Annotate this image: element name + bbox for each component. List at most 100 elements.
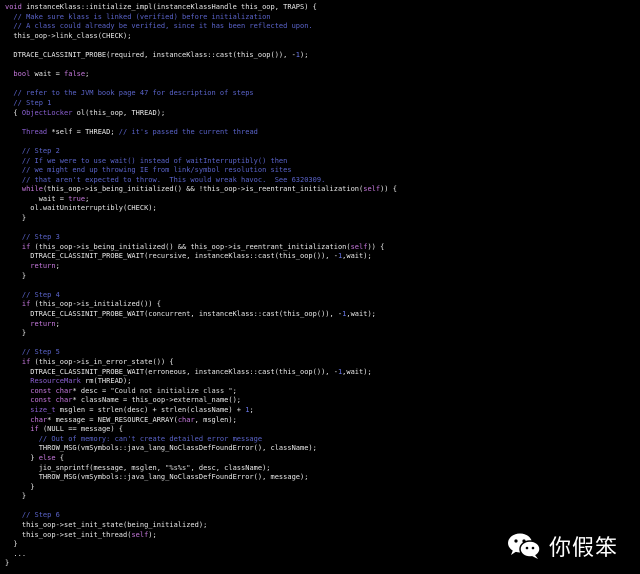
code-token: * message = NEW_RESOURCE_ARRAY( <box>47 415 178 424</box>
code-token: // Step 3 <box>5 233 60 242</box>
code-token: // that aren't expected to throw. This w… <box>5 175 326 184</box>
code-token: DTRACE_CLASSINIT_PROBE_WAIT(concurrent, … <box>5 310 343 318</box>
code-token: true <box>68 194 86 203</box>
code-token: } <box>5 492 27 501</box>
code-token: rm(THREAD); <box>85 377 132 386</box>
code-token: // If we were to use wait() instead of w… <box>5 156 288 165</box>
code-token: (this_oop->is_being_initialized() && !th… <box>42 185 364 194</box>
code-token: "%s%s" <box>165 463 191 472</box>
code-line: // Step 1 <box>5 99 635 109</box>
code-line: DTRACE_CLASSINIT_PROBE(required, instanc… <box>5 51 635 61</box>
code-line: // Step 6 <box>5 511 635 521</box>
code-token: this_oop->link_class(CHECK); <box>5 31 132 40</box>
code-token: jio_snprintf(message, msglen, <box>5 463 166 472</box>
code-token: // Out of memory: can't create detailed … <box>5 434 263 443</box>
code-token: ... <box>5 549 27 558</box>
code-token: ; <box>232 386 237 395</box>
code-token: ; <box>55 319 60 328</box>
code-line: // Make sure klass is linked (verified) … <box>5 13 635 23</box>
code-token: self <box>363 185 381 194</box>
code-token: else <box>38 453 60 462</box>
code-line: // Step 3 <box>5 233 635 243</box>
code-token: ResourceMark <box>5 377 86 386</box>
code-token: ; <box>85 70 90 79</box>
code-line: bool wait = false; <box>5 70 635 80</box>
code-token: ; <box>85 194 90 203</box>
code-token: wait = <box>34 70 65 79</box>
code-line: } <box>5 272 635 282</box>
code-token: // Step 4 <box>5 290 60 299</box>
code-line: // Step 2 <box>5 147 635 157</box>
code-line: jio_snprintf(message, msglen, "%s%s", de… <box>5 464 635 474</box>
code-token: void <box>5 3 27 11</box>
code-line: size_t msglen = strlen(desc) + strlen(cl… <box>5 406 635 416</box>
code-token: ; <box>55 262 60 271</box>
code-token: )) { <box>367 242 385 251</box>
code-token: } <box>5 329 27 338</box>
code-token: )) { <box>380 185 397 194</box>
code-token: ol(this_oop, THREAD); <box>76 108 166 117</box>
code-token: (NULL == message) { <box>42 425 124 434</box>
code-token: while <box>5 185 43 194</box>
code-token: // it's passed the current thread <box>118 127 258 136</box>
code-token: { <box>5 108 22 117</box>
code-token: ,wait); <box>346 310 376 318</box>
code-token: bool <box>5 70 35 79</box>
code-token: char <box>177 415 195 424</box>
code-token: ; <box>249 405 254 414</box>
code-token: (this_oop->is_being_initialized() && thi… <box>34 242 351 251</box>
code-line: } else { <box>5 454 635 464</box>
code-line: if (NULL == message) { <box>5 425 635 435</box>
code-line: Thread *self = THREAD; // it's passed th… <box>5 128 635 138</box>
code-token: , msglen); <box>194 415 237 424</box>
code-line: THROW_MSG(vmSymbols::java_lang_NoClassDe… <box>5 473 635 483</box>
code-token: ol.waitUninterruptibly(CHECK); <box>5 204 157 213</box>
code-token: ,wait); <box>342 252 372 261</box>
code-line: ResourceMark rm(THREAD); <box>5 377 635 387</box>
code-line: } <box>5 483 635 493</box>
code-token: if <box>5 357 35 366</box>
code-token: // Step 6 <box>5 511 60 520</box>
code-token: self <box>350 242 368 251</box>
code-line: while(this_oop->is_being_initialized() &… <box>5 185 635 195</box>
code-token: } <box>5 559 10 568</box>
code-token: false <box>64 70 86 79</box>
code-token: if <box>5 300 35 309</box>
code-token: const char <box>5 396 73 405</box>
code-line: if (this_oop->is_being_initialized() && … <box>5 243 635 253</box>
code-line: // A class could already be verified, si… <box>5 22 635 32</box>
code-token: ); <box>148 530 157 539</box>
code-token: // A class could already be verified, si… <box>5 22 313 31</box>
code-line: // Step 5 <box>5 348 635 358</box>
code-line: THROW_MSG(vmSymbols::java_lang_NoClassDe… <box>5 444 635 454</box>
code-token: (this_oop->is_in_error_state()) { <box>34 357 174 366</box>
code-line: } <box>5 492 635 502</box>
code-token: this_oop->set_init_thread( <box>5 530 132 539</box>
code-token: (this_oop->is_initialized()) { <box>34 300 161 309</box>
code-line: DTRACE_CLASSINIT_PROBE_WAIT(concurrent, … <box>5 310 635 320</box>
code-token: if <box>5 242 35 251</box>
code-token: THROW_MSG(vmSymbols::java_lang_NoClassDe… <box>5 444 317 453</box>
code-line: // refer to the JVM book page 47 for des… <box>5 89 635 99</box>
code-token: Thread <box>5 127 52 136</box>
code-token: } <box>5 214 27 223</box>
code-token: char <box>5 415 48 424</box>
code-token: msglen = strlen(desc) + strlen(className… <box>59 405 246 414</box>
code-token: return <box>5 319 56 328</box>
code-token: instanceKlass::initialize_impl(instanceK… <box>26 3 317 11</box>
code-token: // Step 1 <box>5 98 52 107</box>
code-token: wait = <box>5 194 69 203</box>
code-line: // Out of memory: can't create detailed … <box>5 435 635 445</box>
wechat-icon <box>507 532 541 560</box>
code-line: { ObjectLocker ol(this_oop, THREAD); <box>5 109 635 119</box>
code-token: size_t <box>5 405 60 414</box>
code-line: const char* desc = "Could not initialize… <box>5 387 635 397</box>
code-token: * className = this_oop->external_name(); <box>72 396 242 405</box>
code-line: // Step 4 <box>5 291 635 301</box>
code-line: wait = true; <box>5 195 635 205</box>
code-token: DTRACE_CLASSINIT_PROBE(required, instanc… <box>5 50 296 59</box>
